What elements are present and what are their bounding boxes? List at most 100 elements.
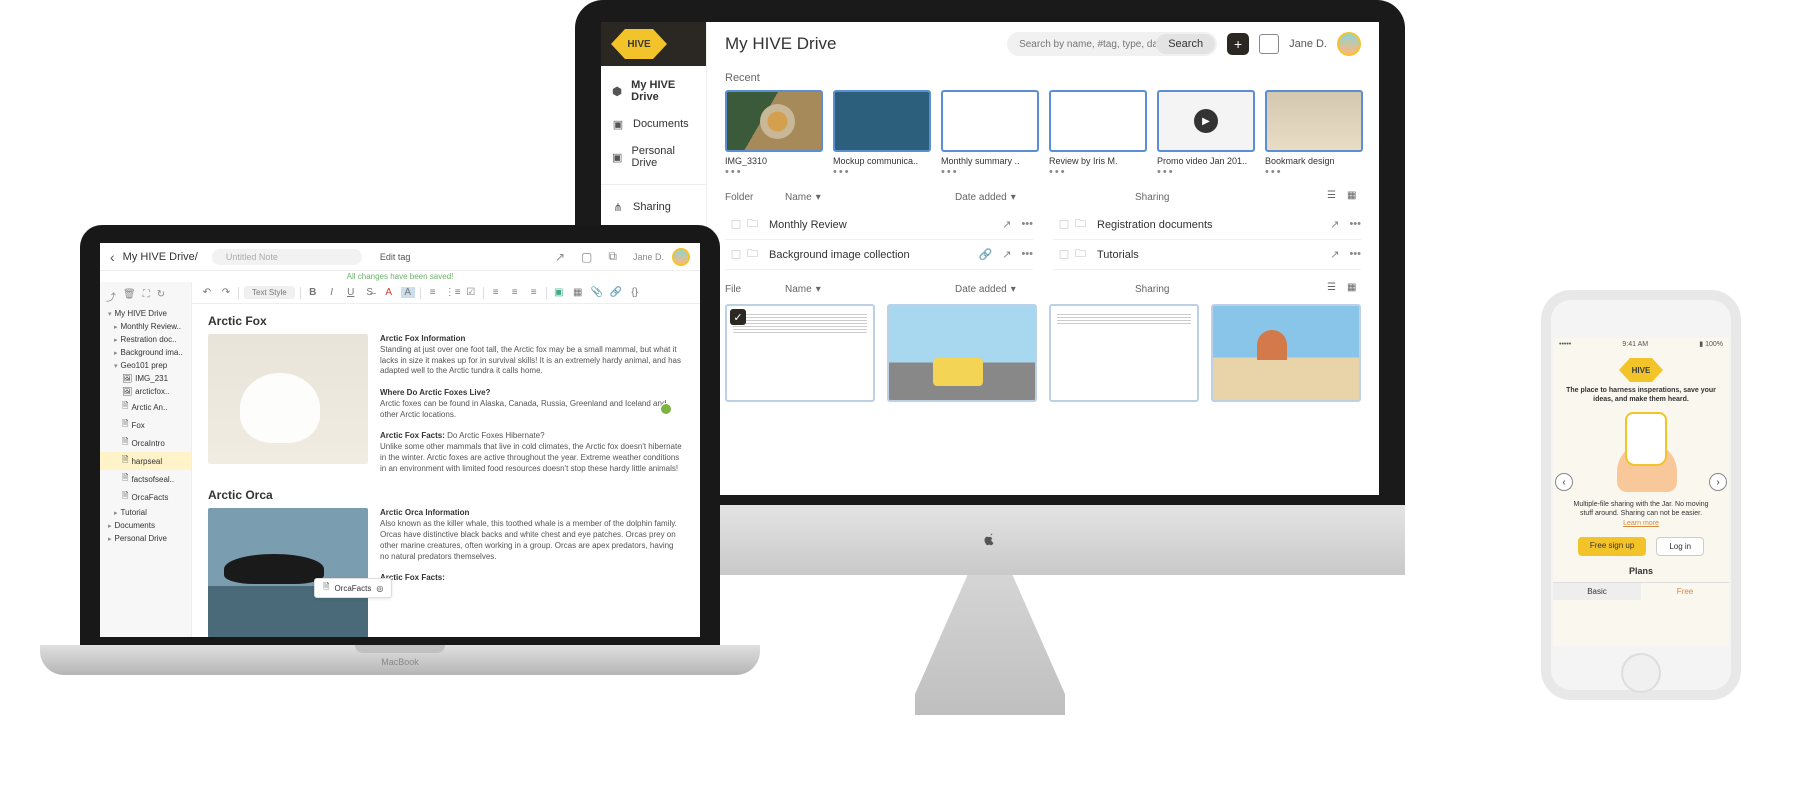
home-button[interactable] xyxy=(1621,653,1661,693)
checkbox[interactable]: ☐ xyxy=(1053,218,1075,232)
refresh-icon[interactable]: ↻ xyxy=(157,289,165,304)
more-icon[interactable]: ••• xyxy=(1021,248,1033,261)
recent-item[interactable]: Bookmark design••• xyxy=(1265,90,1363,178)
upload-icon[interactable]: ⤴ xyxy=(106,289,116,304)
recent-item[interactable]: IMG_3310••• xyxy=(725,90,823,178)
more-icon[interactable]: ••• xyxy=(1157,166,1255,178)
font-color-icon[interactable]: A xyxy=(382,287,396,298)
italic-icon[interactable]: I xyxy=(325,287,339,298)
avatar[interactable] xyxy=(672,248,690,266)
recent-item[interactable]: Review by Iris M.••• xyxy=(1049,90,1147,178)
editor-content[interactable]: Arctic Fox Arctic Fox Information Standi… xyxy=(192,304,700,637)
tree-node[interactable]: 🗎OrcaIntro xyxy=(100,434,191,452)
carousel-next-button[interactable]: › xyxy=(1709,473,1727,491)
share-icon[interactable]: ↗ xyxy=(1002,248,1011,261)
tree-node[interactable]: 🖼arcticfox.. xyxy=(100,385,191,398)
search-input[interactable] xyxy=(1019,39,1156,50)
copy-icon[interactable]: ⧉ xyxy=(608,249,617,264)
strike-icon[interactable]: S̶ xyxy=(363,287,377,298)
share-icon[interactable]: ↗ xyxy=(1002,218,1011,231)
underline-icon[interactable]: U xyxy=(344,287,358,298)
recent-item[interactable]: Promo video Jan 201..••• xyxy=(1157,90,1255,178)
recent-item[interactable]: Mockup communica..••• xyxy=(833,90,931,178)
tree-node[interactable]: 🗎OrcaFacts xyxy=(100,488,191,506)
signup-button[interactable]: Free sign up xyxy=(1578,537,1646,556)
tree-node-root[interactable]: ▾My HIVE Drive xyxy=(100,307,191,320)
folder-row[interactable]: ☐🗀Monthly Review↗••• xyxy=(725,210,1033,240)
plan-free[interactable]: Free xyxy=(1641,582,1729,600)
code-icon[interactable]: {} xyxy=(628,287,642,298)
more-icon[interactable]: ••• xyxy=(1265,166,1363,178)
col-name-sort[interactable]: Name▾ xyxy=(785,192,955,203)
col-date-sort[interactable]: Date added▾ xyxy=(955,192,1135,203)
tree-node[interactable]: ▸Background ima.. xyxy=(100,346,191,359)
align-center-icon[interactable]: ≡ xyxy=(508,287,522,298)
more-icon[interactable]: ••• xyxy=(1349,218,1361,231)
list-view-icon[interactable]: ☰ xyxy=(1327,190,1341,204)
share-icon[interactable]: ↗ xyxy=(555,250,565,264)
folder-row[interactable]: ☐🗀Registration documents↗••• xyxy=(1053,210,1361,240)
add-button[interactable]: + xyxy=(1227,33,1249,55)
file-card[interactable] xyxy=(1049,304,1199,402)
tree-node[interactable]: ▸Documents xyxy=(100,519,191,532)
login-button[interactable]: Log in xyxy=(1656,537,1704,556)
link-icon[interactable]: 🔗 xyxy=(609,287,623,298)
sidebar-item-personal[interactable]: ▣Personal Drive xyxy=(601,138,706,176)
share-icon[interactable]: ↗ xyxy=(1330,218,1339,231)
back-button[interactable]: ‹ xyxy=(110,249,115,265)
collaborator-presence-icon[interactable] xyxy=(660,403,672,415)
tree-node[interactable]: ▸Personal Drive xyxy=(100,532,191,545)
tree-node-selected[interactable]: 🗎harpseal xyxy=(100,452,191,470)
tree-node[interactable]: ▸Tutorial xyxy=(100,506,191,519)
align-right-icon[interactable]: ≡ xyxy=(527,287,541,298)
plan-basic[interactable]: Basic xyxy=(1553,582,1641,600)
col-date-sort[interactable]: Date added▾ xyxy=(955,284,1135,295)
check-icon[interactable]: ☑ xyxy=(464,287,478,298)
align-left-icon[interactable]: ≡ xyxy=(489,287,503,298)
undo-icon[interactable]: ↶ xyxy=(200,287,214,298)
note-button[interactable] xyxy=(1259,34,1279,54)
tree-node[interactable]: 🗎factsofseal.. xyxy=(100,470,191,488)
image-insert-icon[interactable]: ▣ xyxy=(552,287,566,298)
col-name-sort[interactable]: Name▾ xyxy=(785,284,955,295)
more-icon[interactable]: ••• xyxy=(1021,218,1033,231)
folder-row[interactable]: ☐🗀Background image collection🔗↗••• xyxy=(725,240,1033,270)
attach-icon[interactable]: 📎 xyxy=(590,287,604,298)
tree-node[interactable]: ▸Restration doc.. xyxy=(100,333,191,346)
carousel-prev-button[interactable]: ‹ xyxy=(1555,473,1573,491)
sidebar-item-sharing[interactable]: ⋔Sharing xyxy=(601,193,706,221)
app-logo[interactable]: HIVE xyxy=(601,22,706,66)
more-icon[interactable]: ••• xyxy=(833,166,931,178)
avatar[interactable] xyxy=(1337,32,1361,56)
floating-tag-chip[interactable]: 🗎OrcaFacts◎ xyxy=(314,578,392,598)
expand-icon[interactable]: ⛶ xyxy=(143,289,150,304)
more-icon[interactable]: ••• xyxy=(941,166,1039,178)
search-button[interactable]: Search xyxy=(1156,34,1215,54)
highlight-icon[interactable]: A xyxy=(401,287,415,298)
file-card[interactable] xyxy=(887,304,1037,402)
learn-more-link[interactable]: Learn more xyxy=(1553,520,1729,527)
bold-icon[interactable]: B xyxy=(306,287,320,298)
tree-node[interactable]: ▸Monthly Review.. xyxy=(100,320,191,333)
style-select[interactable]: Text Style xyxy=(244,286,295,299)
present-icon[interactable]: ▢ xyxy=(581,250,592,264)
grid-view-icon[interactable]: ▦ xyxy=(1347,190,1361,204)
breadcrumb[interactable]: My HIVE Drive/ xyxy=(123,251,198,263)
tree-node[interactable]: 🖼IMG_231 xyxy=(100,372,191,385)
file-card[interactable] xyxy=(1211,304,1361,402)
checkbox[interactable]: ☐ xyxy=(1053,248,1075,262)
more-icon[interactable]: ••• xyxy=(725,166,823,178)
trash-icon[interactable]: 🗑 xyxy=(123,289,136,304)
tree-node[interactable]: 🗎Arctic An.. xyxy=(100,398,191,416)
table-icon[interactable]: ▦ xyxy=(571,287,585,298)
more-icon[interactable]: ••• xyxy=(1349,248,1361,261)
link-icon[interactable]: 🔗 xyxy=(979,248,993,261)
sidebar-item-documents[interactable]: ▣Documents xyxy=(601,110,706,138)
redo-icon[interactable]: ↷ xyxy=(219,287,233,298)
note-title-input[interactable]: Untitled Note xyxy=(212,249,362,265)
ol-icon[interactable]: ≡ xyxy=(426,287,440,298)
edit-tag-button[interactable]: Edit tag xyxy=(380,252,411,262)
list-view-icon[interactable]: ☰ xyxy=(1327,282,1341,296)
ul-icon[interactable]: ⋮≡ xyxy=(445,287,459,298)
share-icon[interactable]: ↗ xyxy=(1330,248,1339,261)
